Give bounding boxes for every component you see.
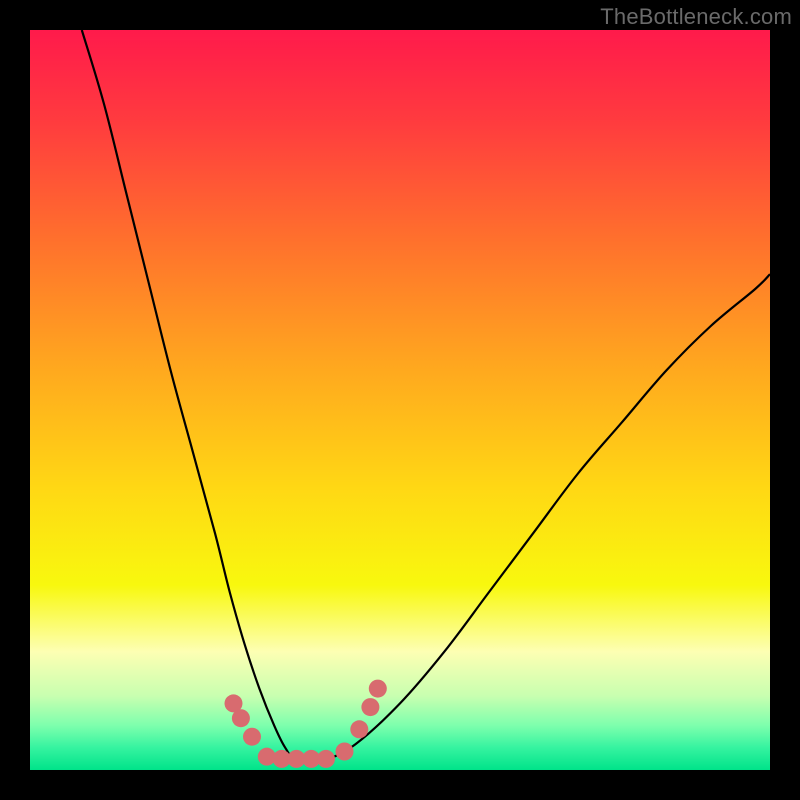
bottleneck-curve <box>82 30 770 761</box>
tolerance-marker <box>317 750 335 768</box>
chart-plot-layer <box>30 30 770 770</box>
tolerance-marker <box>350 720 368 738</box>
tolerance-marker <box>336 743 354 761</box>
tolerance-markers <box>225 680 387 768</box>
tolerance-marker <box>232 709 250 727</box>
chart-frame <box>30 30 770 770</box>
tolerance-marker <box>243 728 261 746</box>
tolerance-marker <box>361 698 379 716</box>
tolerance-marker <box>369 680 387 698</box>
watermark-text: TheBottleneck.com <box>600 4 792 30</box>
